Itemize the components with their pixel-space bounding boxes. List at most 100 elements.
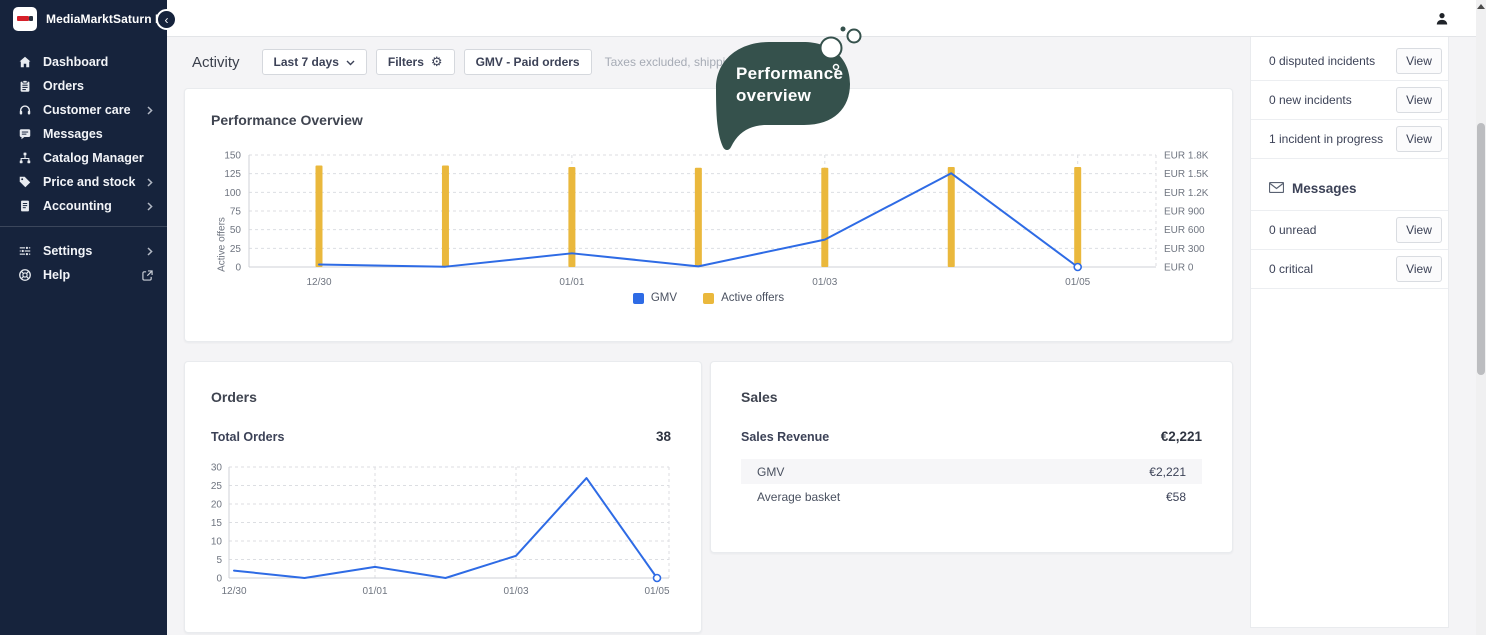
scrollbar-thumb[interactable] bbox=[1477, 123, 1485, 375]
svg-text:EUR 600: EUR 600 bbox=[1164, 225, 1205, 236]
orders-card: Orders Total Orders 38 05101520253012/30… bbox=[184, 361, 702, 633]
sales-card-title: Sales bbox=[741, 389, 778, 405]
svg-text:100: 100 bbox=[224, 188, 241, 199]
sidebar-item-label: Messages bbox=[43, 127, 153, 141]
svg-text:EUR 0: EUR 0 bbox=[1164, 263, 1194, 274]
svg-text:EUR 900: EUR 900 bbox=[1164, 207, 1205, 218]
tour-decor-dot-edge bbox=[834, 65, 839, 70]
sidebar-item-customer-care[interactable]: Customer care bbox=[0, 98, 167, 122]
mediamarkt-logo bbox=[13, 7, 37, 31]
incidents-messages-panel: 0 disputed incidentsView 0 new incidents V… bbox=[1250, 37, 1449, 628]
metric-chip: GMV - Paid orders bbox=[464, 49, 592, 75]
message-row: 0 critical View bbox=[1251, 250, 1448, 289]
incident-label: 1 incident in progress bbox=[1269, 132, 1383, 146]
user-account-icon[interactable] bbox=[1434, 11, 1450, 27]
message-row: 0 unread View bbox=[1251, 211, 1448, 250]
envelope-icon bbox=[1269, 181, 1284, 196]
sidebar-item-price-and-stock[interactable]: Price and stock bbox=[0, 170, 167, 194]
svg-text:01/01: 01/01 bbox=[362, 586, 387, 597]
svg-text:75: 75 bbox=[230, 207, 242, 218]
orders-card-title: Orders bbox=[211, 389, 257, 405]
tag-icon bbox=[18, 175, 32, 189]
svg-text:01/03: 01/03 bbox=[812, 277, 837, 288]
sidebar: MediaMarktSaturn Mark... ‹ Dashboard Orde… bbox=[0, 0, 167, 635]
page-scrollbar[interactable] bbox=[1476, 0, 1486, 635]
scroll-up-icon[interactable] bbox=[1477, 4, 1485, 9]
chevron-down-icon bbox=[346, 55, 355, 69]
sidebar-item-dashboard[interactable]: Dashboard bbox=[0, 50, 167, 74]
svg-text:20: 20 bbox=[211, 500, 223, 511]
incident-row: 0 disputed incidentsView bbox=[1251, 42, 1448, 81]
svg-text:25: 25 bbox=[211, 481, 223, 492]
view-button[interactable]: View bbox=[1396, 217, 1442, 243]
sales-row-value: €58 bbox=[1166, 490, 1186, 504]
sidebar-item-messages[interactable]: Messages bbox=[0, 122, 167, 146]
svg-text:30: 30 bbox=[211, 463, 223, 474]
gear-icon: ⚙ bbox=[431, 55, 443, 70]
topbar bbox=[167, 0, 1476, 37]
sidebar-item-label: Help bbox=[43, 268, 142, 282]
sidebar-item-label: Price and stock bbox=[43, 175, 147, 189]
svg-text:01/05: 01/05 bbox=[1065, 277, 1090, 288]
svg-text:150: 150 bbox=[224, 151, 241, 162]
sidebar-nav-footer: Settings Help bbox=[0, 239, 167, 287]
legend-item-active-offers[interactable]: Active offers bbox=[703, 292, 784, 304]
sidebar-item-orders[interactable]: Orders bbox=[0, 74, 167, 98]
sidebar-item-settings[interactable]: Settings bbox=[0, 239, 167, 263]
home-icon bbox=[18, 55, 32, 69]
svg-text:EUR 300: EUR 300 bbox=[1164, 244, 1205, 255]
chevron-right-icon bbox=[147, 247, 153, 256]
invoice-icon bbox=[18, 199, 32, 213]
performance-chart[interactable]: 0EUR 025EUR 30050EUR 60075EUR 900100EUR … bbox=[185, 141, 1234, 291]
chevron-right-icon bbox=[147, 178, 153, 187]
svg-text:15: 15 bbox=[211, 518, 223, 529]
svg-text:EUR 1.2K: EUR 1.2K bbox=[1164, 188, 1209, 199]
sidebar-item-label: Orders bbox=[43, 79, 153, 93]
performance-card-title: Performance Overview bbox=[211, 112, 363, 128]
view-button[interactable]: View bbox=[1396, 87, 1442, 113]
sidebar-item-label: Accounting bbox=[43, 199, 147, 213]
chevron-right-icon bbox=[147, 202, 153, 211]
sidebar-collapse-button[interactable]: ‹ bbox=[156, 9, 177, 30]
svg-text:0: 0 bbox=[216, 574, 222, 585]
help-icon bbox=[18, 268, 32, 282]
view-button[interactable]: View bbox=[1396, 48, 1442, 74]
sidebar-item-label: Customer care bbox=[43, 103, 147, 117]
svg-text:EUR 1.5K: EUR 1.5K bbox=[1164, 169, 1209, 180]
legend-item-gmv[interactable]: GMV bbox=[633, 292, 677, 304]
performance-overview-card: Performance Overview Active offers 0 EUR … bbox=[184, 88, 1233, 342]
message-label: 0 unread bbox=[1269, 223, 1316, 237]
legend-swatch bbox=[633, 293, 644, 304]
legend-label: GMV bbox=[651, 292, 677, 304]
filters-button[interactable]: Filters ⚙ bbox=[376, 49, 455, 75]
sales-breakdown-row: GMV€2,221 bbox=[741, 459, 1202, 484]
chart-legend: GMV Active offers bbox=[185, 292, 1232, 304]
sales-revenue-label: Sales Revenue bbox=[741, 430, 829, 444]
view-button[interactable]: View bbox=[1396, 126, 1442, 152]
orders-chart[interactable]: 05101520253012/3001/0101/0301/05 bbox=[185, 457, 703, 607]
svg-text:25: 25 bbox=[230, 244, 242, 255]
message-label: 0 critical bbox=[1269, 262, 1313, 276]
svg-text:12/30: 12/30 bbox=[306, 277, 331, 288]
messages-header-label: Messages bbox=[1292, 181, 1357, 196]
svg-text:0: 0 bbox=[235, 263, 241, 274]
sidebar-item-accounting[interactable]: Accounting bbox=[0, 194, 167, 218]
sidebar-item-label: Catalog Manager bbox=[43, 151, 153, 165]
sidebar-nav: Dashboard Orders Customer care Messages Cata… bbox=[0, 38, 167, 218]
tax-note: Taxes excluded, shipping charges include… bbox=[605, 55, 833, 69]
legend-swatch bbox=[703, 293, 714, 304]
sidebar-item-catalog-manager[interactable]: Catalog Manager bbox=[0, 146, 167, 170]
chat-icon bbox=[18, 127, 32, 141]
incident-row: 0 new incidents View bbox=[1251, 81, 1448, 120]
sidebar-item-help[interactable]: Help bbox=[0, 263, 167, 287]
sales-row-label: Average basket bbox=[757, 490, 840, 504]
sales-breakdown: GMV€2,221 Average basket €58 bbox=[741, 459, 1202, 509]
total-orders-label: Total Orders bbox=[211, 430, 284, 444]
incident-label: 0 new incidents bbox=[1269, 93, 1352, 107]
svg-text:5: 5 bbox=[216, 555, 222, 566]
date-range-button[interactable]: Last 7 days bbox=[262, 49, 367, 75]
headset-icon bbox=[18, 103, 32, 117]
brand-row: MediaMarktSaturn Mark... ‹ bbox=[0, 0, 167, 38]
sliders-icon bbox=[18, 244, 32, 258]
view-button[interactable]: View bbox=[1396, 256, 1442, 282]
